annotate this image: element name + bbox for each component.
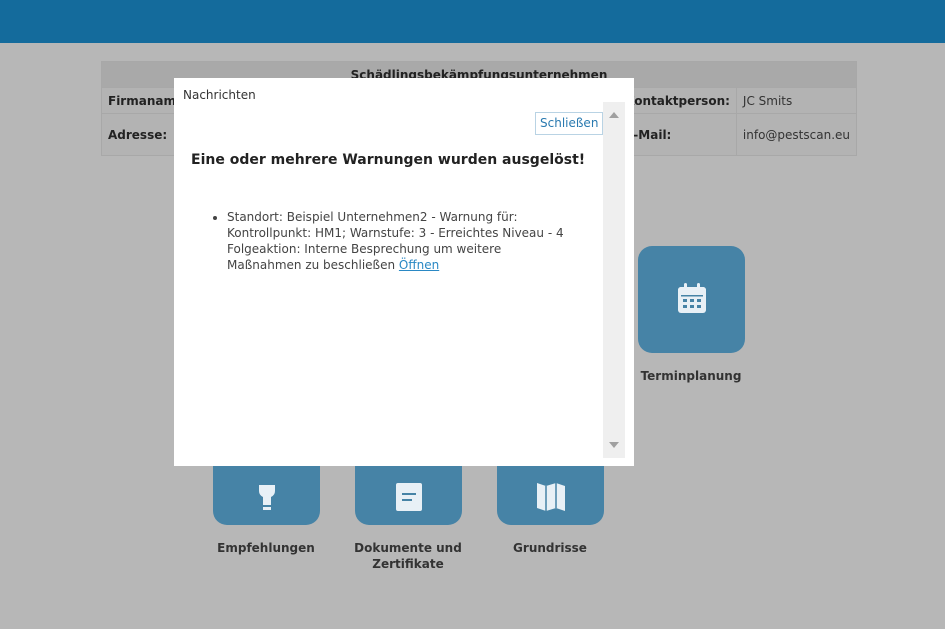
list-item: Standort: Beispiel Unternehmen2 - Warnun… (227, 209, 569, 273)
scroll-down-arrow-icon[interactable] (609, 442, 619, 448)
close-button[interactable]: Schließen (535, 112, 604, 135)
top-header-bar (0, 0, 945, 43)
contact-label: Kontaktperson: (618, 87, 737, 114)
modal-scrollbar[interactable] (603, 102, 625, 458)
empfehlungen-label[interactable]: Empfehlungen (196, 540, 336, 556)
messages-modal: Nachrichten Schließen Eine oder mehrere … (174, 78, 634, 466)
modal-title: Nachrichten (183, 88, 256, 102)
terminplanung-label[interactable]: Terminplanung (621, 368, 761, 384)
calendar-icon (676, 281, 708, 319)
terminplanung-tile[interactable] (638, 246, 745, 353)
email-label: E-Mail: (618, 113, 737, 156)
map-icon (535, 482, 567, 517)
contact-value: JC Smits (735, 87, 858, 114)
grundrisse-label[interactable]: Grundrisse (480, 540, 620, 556)
document-icon (394, 482, 424, 517)
open-link[interactable]: Öffnen (399, 258, 439, 272)
lightbulb-icon (255, 484, 279, 519)
message-text: Standort: Beispiel Unternehmen2 - Warnun… (227, 210, 564, 272)
warning-heading: Eine oder mehrere Warnungen wurden ausge… (191, 152, 586, 168)
email-value: info@pestscan.eu (735, 113, 858, 156)
dokumente-label[interactable]: Dokumente und Zertifikate (338, 540, 478, 572)
scroll-up-arrow-icon[interactable] (609, 112, 619, 118)
message-list: Standort: Beispiel Unternehmen2 - Warnun… (209, 209, 569, 273)
